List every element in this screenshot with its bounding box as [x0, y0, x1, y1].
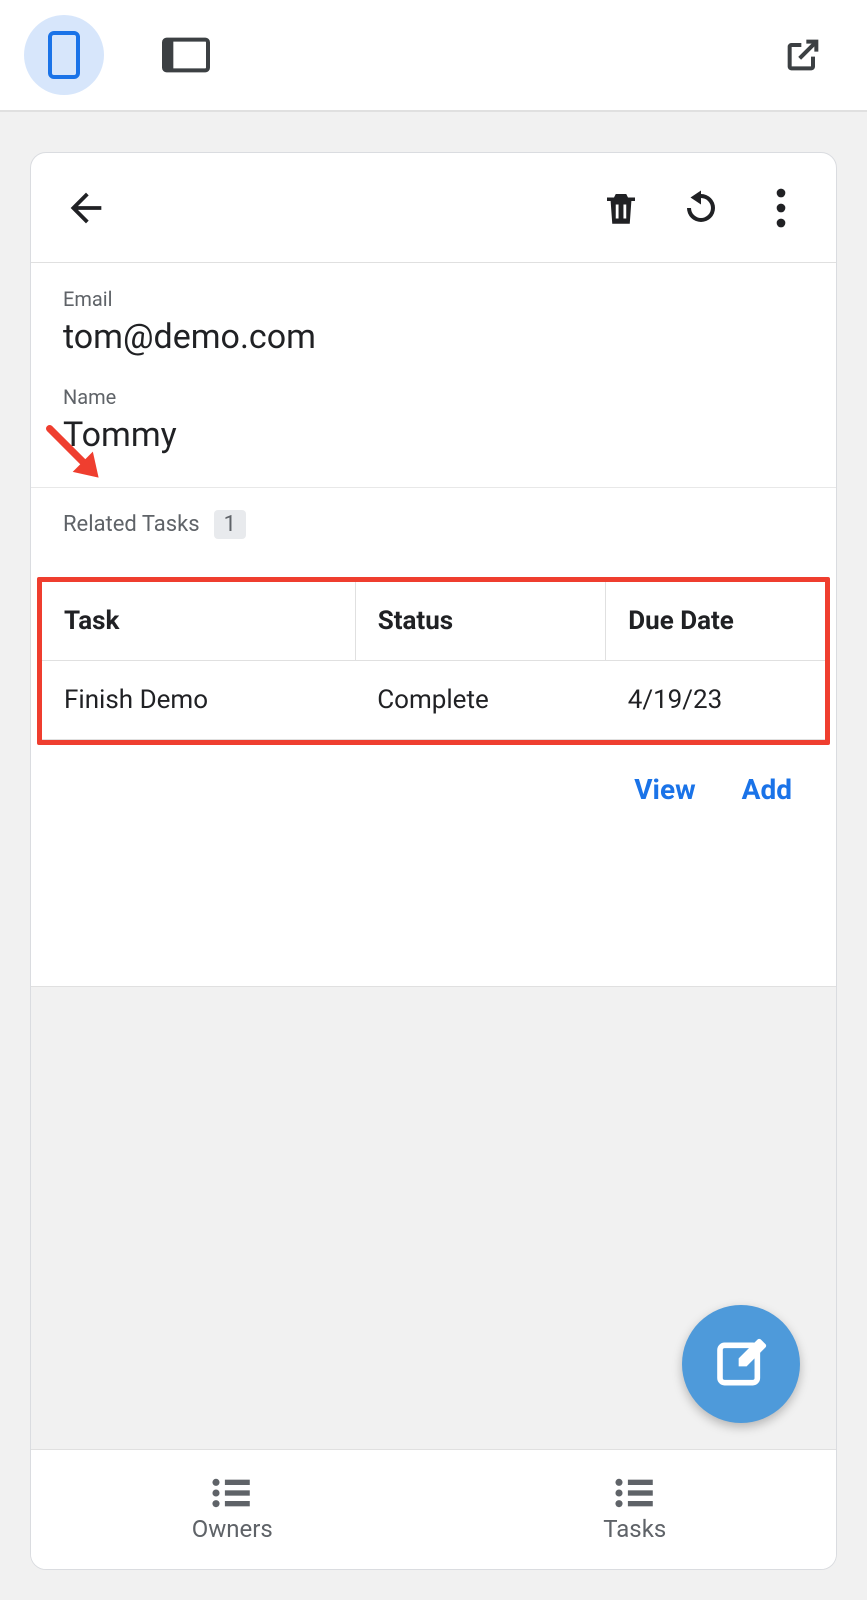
table-actions: View Add: [31, 751, 836, 806]
refresh-button[interactable]: [674, 181, 728, 235]
device-preview-toolbar: [0, 0, 867, 112]
nav-owners[interactable]: Owners: [31, 1450, 434, 1569]
col-header-task[interactable]: Task: [42, 582, 355, 661]
overflow-menu-button[interactable]: [754, 181, 808, 235]
nav-owners-label: Owners: [192, 1515, 273, 1543]
cell-status: Complete: [355, 661, 606, 740]
mobile-preview-button[interactable]: [24, 15, 104, 95]
back-button[interactable]: [59, 181, 113, 235]
view-button[interactable]: View: [634, 773, 695, 806]
col-header-due[interactable]: Due Date: [606, 582, 825, 661]
annotation-highlight-box: Task Status Due Date Finish Demo Complet…: [37, 577, 830, 745]
app-screen: Email tom@demo.com Name Tommy Related Ta…: [30, 152, 837, 1570]
content-spacer: [31, 806, 836, 986]
preview-area: Email tom@demo.com Name Tommy Related Ta…: [0, 112, 867, 1600]
list-icon: [613, 1477, 657, 1509]
related-tasks-header: Related Tasks 1: [31, 488, 836, 549]
cell-task: Finish Demo: [42, 661, 355, 740]
edit-icon: [713, 1336, 769, 1392]
more-vert-icon: [776, 188, 786, 228]
add-button[interactable]: Add: [742, 773, 792, 806]
edit-fab[interactable]: [682, 1305, 800, 1423]
related-tasks-title: Related Tasks: [63, 512, 200, 537]
table-row[interactable]: Finish Demo Complete 4/19/23: [42, 661, 825, 740]
email-label: Email: [63, 287, 804, 311]
tablet-icon: [162, 37, 210, 73]
delete-button[interactable]: [594, 181, 648, 235]
arrow-back-icon: [63, 185, 109, 231]
open-external-button[interactable]: [763, 15, 843, 95]
col-header-status[interactable]: Status: [355, 582, 606, 661]
nav-tasks[interactable]: Tasks: [434, 1450, 837, 1569]
open-in-new-icon: [783, 35, 823, 75]
related-tasks-table: Task Status Due Date Finish Demo Complet…: [42, 582, 825, 740]
refresh-icon: [680, 187, 722, 229]
name-value: Tommy: [63, 415, 804, 455]
empty-area: [31, 986, 836, 1449]
list-icon: [210, 1477, 254, 1509]
app-bar: [31, 153, 836, 263]
tablet-preview-button[interactable]: [146, 15, 226, 95]
device-toggle-group: [24, 15, 226, 95]
cell-due: 4/19/23: [606, 661, 825, 740]
record-details: Email tom@demo.com Name Tommy: [31, 263, 836, 487]
related-tasks-count: 1: [214, 510, 246, 539]
mobile-icon: [46, 31, 82, 79]
bottom-nav: Owners Tasks: [31, 1449, 836, 1569]
name-label: Name: [63, 385, 804, 409]
trash-icon: [600, 187, 642, 229]
email-value: tom@demo.com: [63, 317, 804, 357]
nav-tasks-label: Tasks: [603, 1515, 666, 1543]
